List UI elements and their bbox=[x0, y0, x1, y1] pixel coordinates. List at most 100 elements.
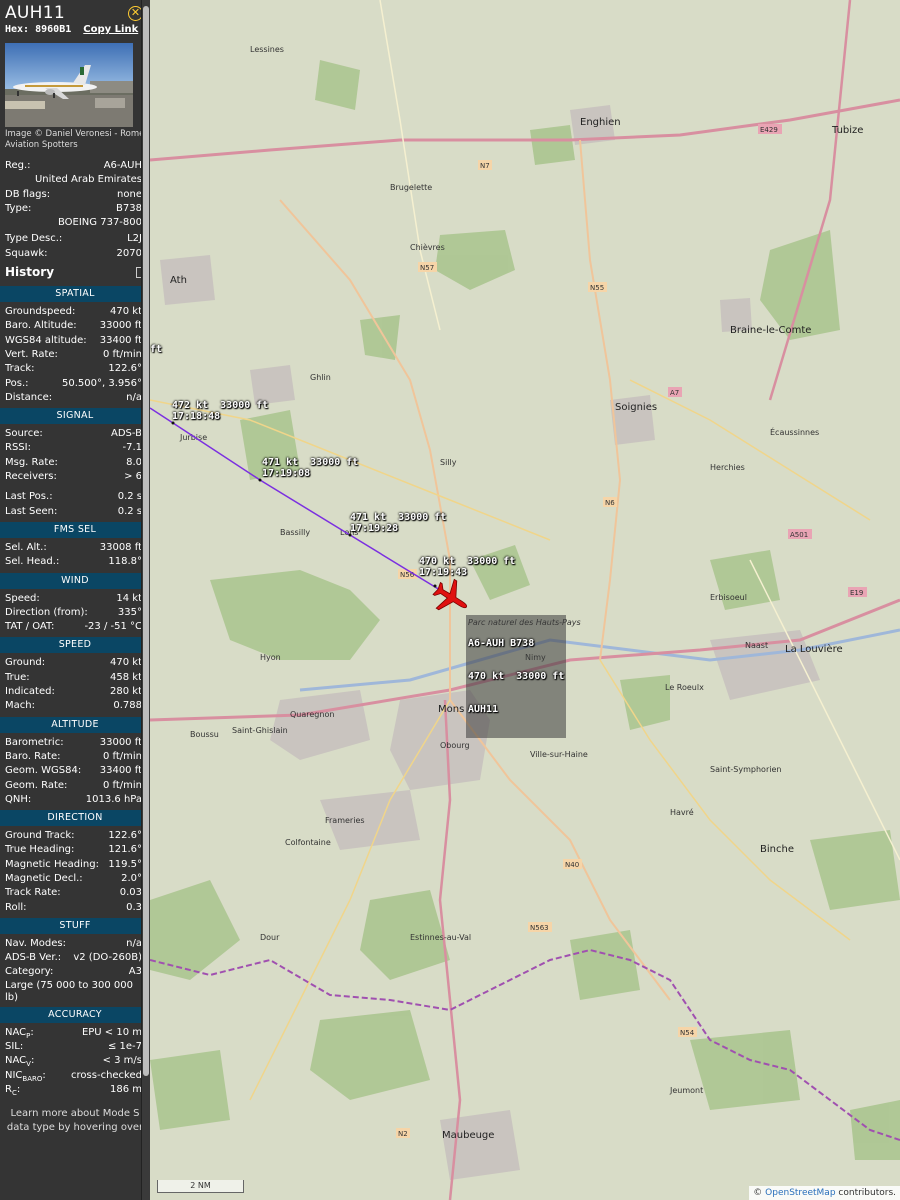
photo-credit[interactable]: Image © Daniel Veronesi - Rome Aviation … bbox=[0, 127, 150, 151]
section-header-direction[interactable]: DIRECTION bbox=[0, 810, 150, 827]
speed-row: Mach: 0.788 bbox=[0, 699, 150, 713]
history-toggle[interactable]: History bbox=[0, 261, 150, 283]
dbflags-label: DB flags: bbox=[5, 188, 51, 200]
altitude-label: Baro. Rate: bbox=[5, 750, 61, 762]
track-label[interactable]: 470 kt 33000 ft 17:19:43 bbox=[419, 556, 515, 578]
stuff-label: ADS-B Ver.: bbox=[5, 952, 62, 964]
type-label: Type: bbox=[5, 202, 32, 214]
reg-value: A6-AUH bbox=[103, 160, 142, 171]
track-label[interactable]: 471 kt 33000 ft 17:19:28 bbox=[350, 512, 446, 534]
callsign-title: AUH11 bbox=[5, 3, 65, 23]
section-header-accuracy[interactable]: ACCURACY bbox=[0, 1006, 150, 1023]
town-label: Enghien bbox=[580, 117, 621, 128]
copy-link[interactable]: Copy Link bbox=[83, 24, 138, 35]
spatial-value: n/a bbox=[126, 391, 142, 403]
map-view[interactable]: Enghien Tubize Lessines Ath Braine-le-Comte S… bbox=[150, 0, 900, 1200]
accuracy-label: NICBARO: bbox=[5, 1069, 46, 1083]
accuracy-value: < 3 m/s bbox=[102, 1055, 142, 1067]
accuracy-row: NACV: < 3 m/s bbox=[0, 1054, 150, 1068]
direction-value: 2.0° bbox=[121, 872, 142, 884]
direction-label: Roll: bbox=[5, 901, 27, 913]
road-shield: A501 bbox=[788, 529, 812, 539]
section-header-altitude[interactable]: ALTITUDE bbox=[0, 716, 150, 733]
track-label[interactable]: 471 kt 33000 ft 17:19:08 bbox=[262, 457, 358, 479]
accuracy-row: RC: 186 m bbox=[0, 1083, 150, 1097]
aircraft-label[interactable]: A6-AUH B738 470 kt 33000 ft AUH11 bbox=[466, 615, 567, 738]
altitude-row: Geom. Rate: 0 ft/min bbox=[0, 779, 150, 793]
accuracy-value: 186 m bbox=[109, 1083, 142, 1095]
road-shield: N57 bbox=[418, 262, 437, 272]
accuracy-value: cross-checked bbox=[71, 1069, 142, 1081]
town-label: Jurbise bbox=[179, 433, 207, 442]
accuracy-label: NACP: bbox=[5, 1026, 34, 1040]
town-label: Le Roeulx bbox=[665, 683, 704, 692]
direction-label: Track Rate: bbox=[5, 887, 61, 899]
section-header-signal[interactable]: SIGNAL bbox=[0, 408, 150, 425]
direction-value: 0.3 bbox=[126, 901, 142, 913]
stuff-row: Category: A3 bbox=[0, 965, 150, 979]
section-header-wind[interactable]: WIND bbox=[0, 572, 150, 589]
town-label: Colfontaine bbox=[285, 838, 331, 847]
squawk-value: 2070 bbox=[116, 247, 142, 259]
signal-row: Last Seen: 0.2 s bbox=[0, 505, 150, 519]
accuracy-label: RC: bbox=[5, 1083, 20, 1097]
basic-info: Reg.: A6-AUH United Arab Emirates DB flag… bbox=[0, 159, 150, 261]
hex-label: Hex: bbox=[5, 24, 30, 35]
label-tail: : bbox=[30, 1026, 34, 1038]
direction-value: 119.5° bbox=[108, 858, 142, 870]
track-label-time: 17:18:48 bbox=[172, 411, 221, 422]
track-point[interactable] bbox=[433, 584, 437, 588]
town-label: Naast bbox=[745, 641, 768, 650]
direction-row: Track Rate: 0.03 bbox=[0, 886, 150, 900]
typedesc-value: L2J bbox=[127, 233, 142, 245]
spatial-value: 470 kt bbox=[110, 306, 142, 318]
stuff-row: Nav. Modes: n/a bbox=[0, 937, 150, 951]
road-shield: N55 bbox=[588, 282, 607, 292]
town-label: Erbisoeul bbox=[710, 593, 747, 602]
speed-row: Indicated: 280 kt bbox=[0, 685, 150, 699]
spatial-label: Track: bbox=[5, 363, 35, 375]
aircraft-photo[interactable] bbox=[5, 43, 133, 127]
town-label: Lessines bbox=[250, 45, 284, 54]
direction-row: Magnetic Decl.: 2.0° bbox=[0, 872, 150, 886]
signal-row: RSSI: -7.1 bbox=[0, 441, 150, 455]
fms-label: Sel. Alt.: bbox=[5, 541, 47, 553]
road-shield: E429 bbox=[758, 124, 782, 134]
fms-row: Sel. Head.: 118.8° bbox=[0, 555, 150, 569]
altitude-label: Barometric: bbox=[5, 736, 64, 748]
speed-value: 470 kt bbox=[110, 657, 142, 669]
signal-row: Source: ADS-B bbox=[0, 427, 150, 441]
map-canvas[interactable]: Enghien Tubize Lessines Ath Braine-le-Comte S… bbox=[150, 0, 900, 1200]
road-label: N56 bbox=[400, 571, 415, 579]
track-label-time: 17:19:08 bbox=[262, 468, 311, 479]
section-header-fms[interactable]: FMS SEL bbox=[0, 521, 150, 538]
osm-link[interactable]: OpenStreetMap bbox=[765, 1188, 835, 1198]
panel-header: AUH11 ✕ Hex: 8960B1 Copy Link bbox=[0, 0, 150, 35]
stuff-label: Category: bbox=[5, 966, 54, 978]
speed-label: True: bbox=[5, 671, 30, 683]
spatial-row: Pos.: 50.500°, 3.956° bbox=[0, 377, 150, 391]
track-label-speed-alt: 471 kt 33000 ft bbox=[350, 512, 447, 523]
road-label: N40 bbox=[565, 861, 579, 869]
signal-label: Last Pos.: bbox=[5, 491, 53, 503]
section-header-stuff[interactable]: STUFF bbox=[0, 917, 150, 934]
direction-label: Magnetic Heading: bbox=[5, 858, 99, 870]
altitude-row: Baro. Rate: 0 ft/min bbox=[0, 750, 150, 764]
typedesc-row: Type Desc.: L2J bbox=[0, 232, 150, 246]
dbflags-value: none bbox=[117, 188, 142, 200]
scrollbar-thumb[interactable] bbox=[143, 6, 149, 1076]
accuracy-label: SIL: bbox=[5, 1041, 24, 1053]
road-label: N6 bbox=[605, 499, 615, 507]
road-label: N54 bbox=[680, 1029, 695, 1037]
type-row: Type: B738 bbox=[0, 202, 150, 216]
country-value: United Arab Emirates bbox=[34, 174, 142, 186]
road-label: E429 bbox=[760, 126, 778, 134]
fms-value: 118.8° bbox=[108, 556, 142, 568]
track-label[interactable]: 472 kt 33000 ft 17:18:48 bbox=[172, 400, 268, 422]
signal-value: 0.2 s bbox=[117, 491, 142, 503]
panel-scrollbar[interactable] bbox=[141, 0, 150, 1200]
town-label: Estinnes-au-Val bbox=[410, 933, 471, 942]
section-header-speed[interactable]: SPEED bbox=[0, 637, 150, 654]
section-header-spatial[interactable]: SPATIAL bbox=[0, 286, 150, 303]
altitude-label: Geom. WGS84: bbox=[5, 765, 82, 777]
